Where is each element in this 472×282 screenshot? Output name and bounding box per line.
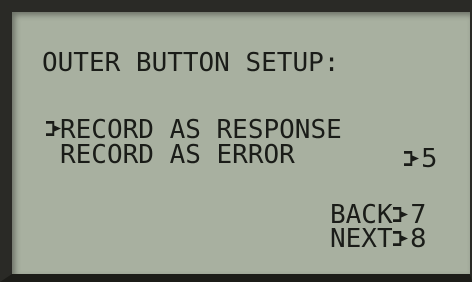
next-key-number: 8 bbox=[410, 224, 427, 254]
key-arrow-icon bbox=[404, 151, 419, 166]
key-arrow-icon bbox=[393, 231, 408, 246]
option-record-as-error[interactable]: RECORD AS ERROR bbox=[60, 142, 295, 168]
lcd-screen: OUTER BUTTON SETUP: RECORD AS RESPONSE R… bbox=[0, 0, 472, 282]
next-button-label[interactable]: NEXT bbox=[330, 226, 393, 252]
error-key-number: 5 bbox=[421, 144, 438, 174]
key-arrow-icon bbox=[393, 207, 408, 222]
selection-arrow-icon bbox=[46, 121, 61, 136]
screen-title: OUTER BUTTON SETUP: bbox=[42, 48, 340, 78]
